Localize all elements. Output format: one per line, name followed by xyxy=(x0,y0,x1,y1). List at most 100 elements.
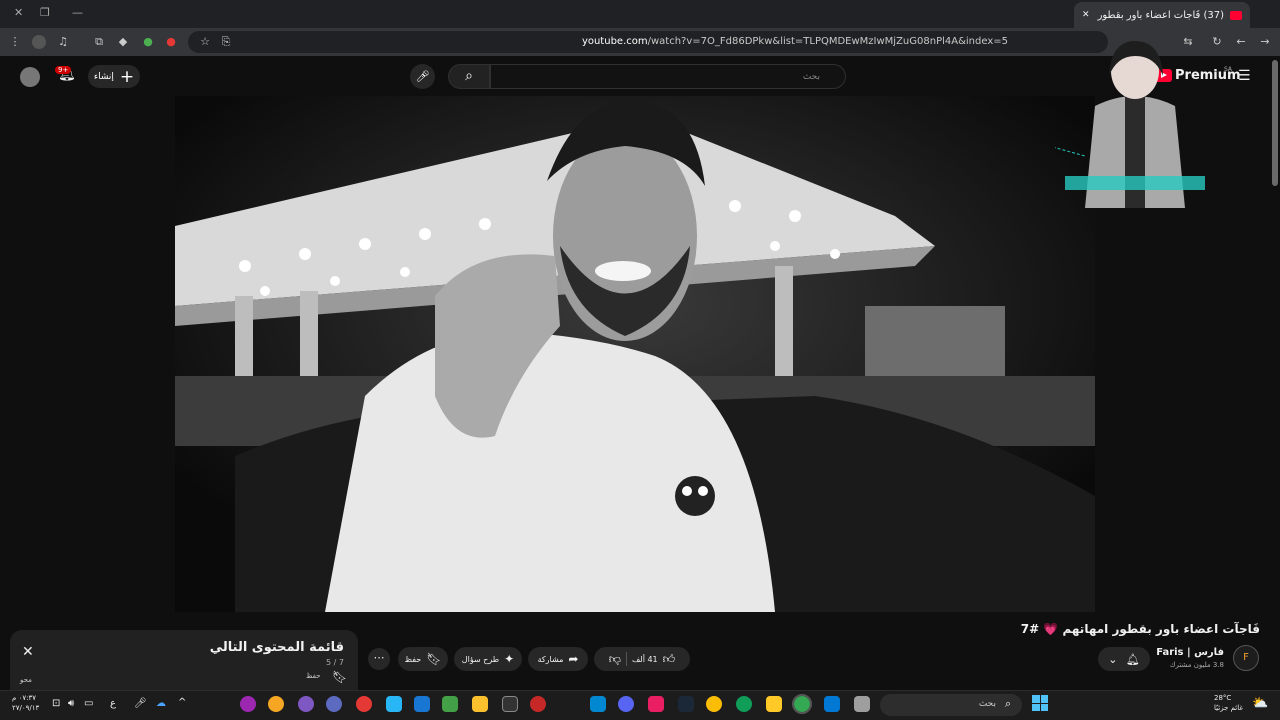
media-control-icon[interactable]: ♫ xyxy=(56,35,70,49)
discord-icon[interactable] xyxy=(618,696,634,712)
vtuber-overlay xyxy=(994,36,1215,208)
video-player[interactable] xyxy=(175,96,1095,612)
address-bar[interactable]: youtube.com/watch?v=7O_Fd86DPkw&list=TLP… xyxy=(188,31,1108,53)
mail-icon[interactable] xyxy=(590,696,606,712)
ask-button[interactable]: ✦ طرح سؤال xyxy=(454,647,522,671)
cast-icon[interactable]: ⎘ xyxy=(219,35,233,49)
cloud-tray-icon[interactable]: ☁ xyxy=(156,698,166,709)
url-host: youtube.com xyxy=(581,36,648,47)
app-icon-10[interactable] xyxy=(530,696,546,712)
bookmark-icon: 🔖︎ xyxy=(426,652,442,666)
playlist-panel: ✕ قائمة المحتوى التالي 5 / 7 محو حفظ 🔖︎ xyxy=(10,630,358,690)
app-icon-8[interactable] xyxy=(442,696,458,712)
chrome-active-icon[interactable] xyxy=(792,694,812,714)
windows-taskbar xyxy=(0,690,1280,720)
search-placeholder: بحث xyxy=(802,72,820,82)
app-icon-11[interactable] xyxy=(648,696,664,712)
like-divider xyxy=(625,652,627,666)
browser-tab-strip: ✕ ❐ — + (37) فَاجآت اعضاء باور بقطور امه… xyxy=(0,0,1280,28)
page-scrollbar[interactable] xyxy=(1272,60,1278,186)
extension-badge-icon[interactable]: ● xyxy=(141,35,155,49)
weather-desc: غائم جزئيًا xyxy=(1214,704,1244,712)
browser-menu-icon[interactable]: ⋮ xyxy=(8,35,22,49)
tray-chevron-icon[interactable]: ^ xyxy=(178,697,186,708)
volume-icon[interactable]: 🔊︎ xyxy=(68,698,74,709)
more-actions-icon[interactable]: ⋯ xyxy=(368,648,390,670)
extension-diamond-icon[interactable]: ◆ xyxy=(116,35,130,49)
weather-widget[interactable]: 28°C غائم جزئيًا xyxy=(1214,693,1243,713)
store-icon[interactable] xyxy=(824,696,840,712)
like-count: 41 ألف xyxy=(631,654,658,664)
taskbar-clock[interactable]: ٠٧:٣٧ م ٢٧/٠٩/١٣ xyxy=(12,693,39,713)
playlist-save-label[interactable]: حفظ xyxy=(306,672,321,680)
close-window-icon[interactable]: ✕ xyxy=(14,6,23,19)
bookmark-star-icon[interactable]: ☆ xyxy=(198,35,212,49)
subscription-bell-button[interactable]: ⌄ 🔔︎ xyxy=(1098,647,1150,671)
language-indicator[interactable]: ع xyxy=(110,698,116,709)
app-icon-7[interactable] xyxy=(414,696,430,712)
voice-search-mic-icon[interactable]: 🎤︎ xyxy=(410,64,435,89)
app-icon-3[interactable] xyxy=(298,696,314,712)
mic-tray-icon[interactable]: 🎤︎ xyxy=(134,698,147,709)
playlist-clear-label[interactable]: محو xyxy=(20,676,32,684)
search-input[interactable]: بحث xyxy=(490,64,846,89)
channel-avatar[interactable]: F xyxy=(1233,645,1259,671)
sparkle-icon: ✦ xyxy=(504,652,515,666)
clock-date: ٢٧/٠٩/١٣ xyxy=(12,704,40,712)
create-button[interactable]: إنشاء + xyxy=(88,65,140,88)
active-tab[interactable]: (37) فَاجآت اعضاء باور بقطور امهاتهم ✕ xyxy=(1074,2,1250,28)
epic-games-icon[interactable] xyxy=(502,696,518,712)
share-button[interactable]: ➦ مشاركة xyxy=(528,647,588,671)
dislike-icon[interactable]: 👎︎ xyxy=(609,652,621,667)
chevron-down-icon: ⌄ xyxy=(1108,652,1118,666)
app-icon-5[interactable] xyxy=(356,696,372,712)
steam-icon[interactable] xyxy=(678,696,694,712)
taskbar-search-icon: ⌕ xyxy=(1005,697,1012,710)
extension-shield-icon[interactable]: ● xyxy=(164,35,178,49)
search-button[interactable]: ⌕ xyxy=(448,64,490,89)
back-icon[interactable]: ← xyxy=(1234,35,1248,49)
hamburger-menu-icon[interactable]: ☰ xyxy=(1238,68,1251,84)
playlist-close-icon[interactable]: ✕ xyxy=(22,644,34,660)
like-dislike-group: 👍︎ 41 ألف 👎︎ xyxy=(594,647,690,671)
create-label: إنشاء xyxy=(93,71,114,82)
profile-icon[interactable] xyxy=(32,35,46,49)
tab-title: (37) فَاجآت اعضاء باور بقطور امهاتهم xyxy=(1096,9,1224,21)
playlist-bookmark-icon[interactable]: 🔖︎ xyxy=(332,670,347,684)
app-icon-4[interactable] xyxy=(326,696,342,712)
like-icon[interactable]: 👍︎ xyxy=(663,652,676,667)
minimize-window-icon[interactable]: — xyxy=(72,6,83,19)
windows-start-icon[interactable] xyxy=(1032,695,1048,711)
taskbar-search-label: بحث xyxy=(978,699,996,709)
notification-count-badge: 9+ xyxy=(55,66,72,74)
task-view-icon[interactable] xyxy=(854,696,870,712)
plus-icon: + xyxy=(119,66,135,87)
region-code: SA xyxy=(1224,66,1233,73)
edge-icon[interactable] xyxy=(736,696,752,712)
channel-name[interactable]: فارس | Faris xyxy=(1156,647,1224,658)
save-button[interactable]: 🔖︎ حفظ xyxy=(398,647,448,671)
playlist-title: قائمة المحتوى التالي xyxy=(209,640,344,655)
app-icon-2[interactable] xyxy=(268,696,284,712)
app-icon-1[interactable] xyxy=(240,696,256,712)
restore-window-icon[interactable]: ❐ xyxy=(40,6,50,19)
network-icon[interactable]: ▭ xyxy=(84,698,93,709)
subscription-bell-icon: 🔔︎ xyxy=(1125,652,1140,666)
share-icon: ➦ xyxy=(568,652,579,666)
youtube-favicon-icon xyxy=(1230,10,1242,20)
share-label: مشاركة xyxy=(537,654,564,664)
video-frame-image xyxy=(175,96,1095,612)
notifications-tray-icon[interactable]: ⊡ xyxy=(52,698,60,709)
clock-time: ٠٧:٣٧ م xyxy=(12,694,36,702)
chrome-icon[interactable] xyxy=(706,696,722,712)
avatar[interactable] xyxy=(20,67,40,87)
playlist-position: 5 / 7 xyxy=(326,658,344,667)
forward-icon[interactable]: → xyxy=(1258,35,1272,49)
taskbar-search-input[interactable]: بحث xyxy=(880,694,1022,716)
tab-close-icon[interactable]: ✕ xyxy=(1082,10,1090,20)
file-explorer-icon[interactable] xyxy=(766,696,782,712)
url-path: /watch?v=7O_Fd86DPkw&list=TLPQMDEwMzIwMj… xyxy=(647,36,1008,47)
extensions-icon[interactable]: ⧉ xyxy=(92,35,106,49)
app-icon-9[interactable] xyxy=(472,696,488,712)
app-icon-6[interactable] xyxy=(386,696,402,712)
